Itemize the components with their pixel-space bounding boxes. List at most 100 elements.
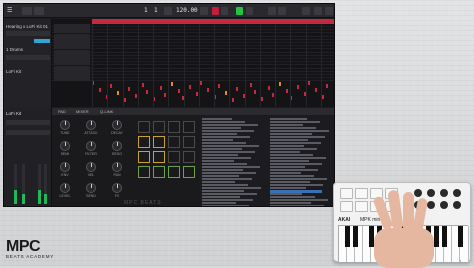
browser-item[interactable] [270,163,322,165]
mode-button[interactable] [22,7,32,15]
play-start-button[interactable] [246,7,253,15]
param-knob[interactable] [86,183,96,193]
stop-button[interactable] [221,7,228,15]
param-knob[interactable] [112,120,122,130]
browser-item[interactable] [270,148,317,150]
browser-item[interactable] [202,130,254,132]
browser-item[interactable] [202,169,243,171]
row-label[interactable] [54,78,90,82]
window-icon[interactable] [325,7,333,15]
param-knob[interactable] [60,183,70,193]
bpm-readout[interactable]: 120.00 [176,7,198,14]
tap-tempo-button[interactable] [200,7,208,15]
controller-pad[interactable] [355,201,368,212]
note-event[interactable] [207,88,209,92]
browser-item[interactable] [202,199,253,201]
note-event[interactable] [286,89,288,93]
note-event[interactable] [160,86,162,90]
drum-pad[interactable] [153,151,165,163]
browser-item[interactable] [202,166,260,168]
browser-item[interactable] [202,193,257,195]
note-event[interactable] [135,94,137,98]
drum-pad[interactable] [153,136,165,148]
note-event[interactable] [297,85,299,89]
browser-item[interactable] [270,193,302,195]
black-key[interactable] [457,226,463,247]
drum-pad[interactable] [153,121,165,133]
browser-item[interactable] [202,133,237,135]
program-field[interactable] [6,55,50,60]
drum-pad[interactable] [168,151,180,163]
param-knob[interactable] [60,141,70,151]
browser-item[interactable] [270,157,326,159]
note-event[interactable] [272,93,274,97]
controller-knob[interactable] [440,189,448,197]
browser-item[interactable] [202,184,248,186]
browser-item[interactable] [202,187,261,189]
play-button[interactable] [236,7,243,15]
browser-item[interactable] [270,160,309,162]
black-key[interactable] [352,226,358,247]
browser-item[interactable] [270,130,329,132]
drum-pad[interactable] [183,136,195,148]
settings-icon[interactable] [302,7,310,15]
note-event[interactable] [200,81,202,85]
note-event[interactable] [178,89,180,93]
controller-pad[interactable] [355,188,368,199]
note-event[interactable] [268,86,270,90]
note-event[interactable] [110,84,112,88]
black-key[interactable] [441,226,447,247]
browser-item[interactable] [202,136,250,138]
browser-icon[interactable] [314,7,322,15]
controller-knob[interactable] [453,189,461,197]
browser-item[interactable] [270,136,325,138]
note-event[interactable] [225,91,227,95]
note-event[interactable] [279,82,281,86]
param-knob[interactable] [60,120,70,130]
note-event[interactable] [142,83,144,87]
browser-item[interactable] [202,160,234,162]
note-event[interactable] [308,81,310,85]
drum-pad[interactable] [183,151,195,163]
browser-item[interactable] [270,187,306,189]
note-event[interactable] [232,98,234,102]
undo-icon[interactable] [268,7,276,15]
browser-item[interactable] [202,151,255,153]
metronome-icon[interactable] [164,7,172,15]
drum-pad[interactable] [138,151,150,163]
browser-selection[interactable] [270,190,322,193]
browser-item[interactable] [270,139,308,141]
browser-item[interactable] [270,145,304,147]
drum-pad[interactable] [153,166,165,178]
channel-selector[interactable] [6,120,50,125]
note-event[interactable] [315,88,317,92]
browser-item[interactable] [202,142,246,144]
browser-item[interactable] [270,175,314,177]
browser-item[interactable] [202,178,252,180]
browser-item[interactable] [202,163,247,165]
note-event[interactable] [218,84,220,88]
param-knob[interactable] [112,183,122,193]
browser-item[interactable] [202,172,256,174]
pattern-grid[interactable] [52,19,334,107]
drum-pad[interactable] [168,136,180,148]
drum-pad[interactable] [183,121,195,133]
fader-left[interactable] [14,164,17,204]
track-field[interactable] [6,31,50,36]
note-event[interactable] [128,87,130,91]
redo-icon[interactable] [278,7,286,15]
controller-knob[interactable] [453,201,461,209]
param-knob[interactable] [86,141,96,151]
browser-item[interactable] [270,202,311,204]
note-event[interactable] [236,87,238,91]
browser-item[interactable] [270,124,303,126]
browser-item[interactable] [202,118,232,120]
note-event[interactable] [146,90,148,94]
black-key[interactable] [344,226,350,247]
browser-item[interactable] [270,118,307,120]
browser-item[interactable] [270,172,301,174]
drum-pad[interactable] [138,136,150,148]
note-event[interactable] [322,95,324,99]
browser-item[interactable] [202,175,239,177]
tab-pad[interactable]: PAD [58,109,66,114]
